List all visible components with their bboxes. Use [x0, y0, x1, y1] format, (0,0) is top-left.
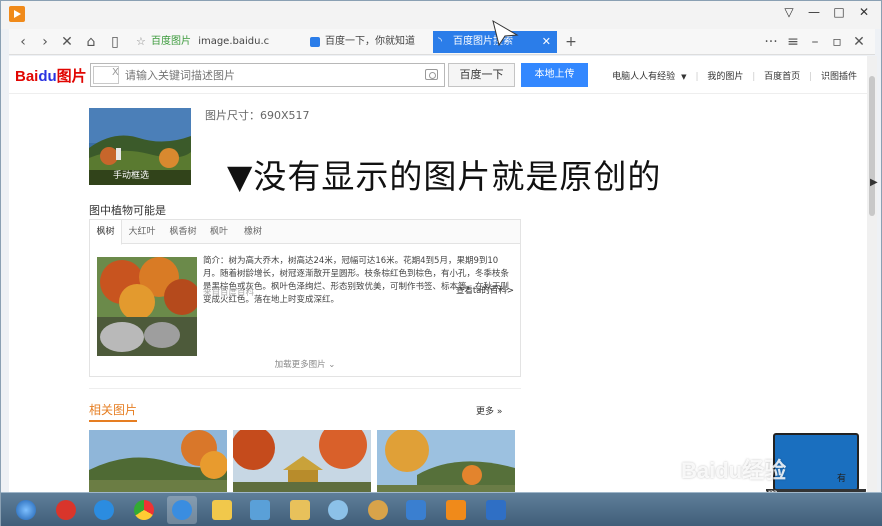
logo-text-tu: 图片 — [56, 68, 87, 85]
tab-label: 百度图片 — [151, 36, 191, 47]
annotation-text: ▼没有显示的图片就是原创的 — [227, 157, 662, 196]
plant-image[interactable] — [97, 257, 197, 356]
image-size-text: 图片尺寸：690X517 — [205, 109, 310, 122]
app-icon[interactable] — [481, 496, 511, 524]
network-icon[interactable] — [245, 496, 275, 524]
start-button[interactable] — [11, 496, 41, 524]
plugin-link[interactable]: 识图插件 — [821, 72, 857, 82]
qihoo-icon[interactable] — [51, 496, 81, 524]
close-window-button[interactable]: ✕ — [851, 3, 877, 21]
logo-text-du: du — [38, 68, 57, 85]
close-tab-icon[interactable]: ✕ — [542, 31, 551, 53]
tab-baidu-image[interactable]: ☆ 百度图片 image.baidu.c — [131, 31, 299, 53]
divider: | — [752, 72, 756, 82]
my-images-link[interactable]: 我的图片 — [707, 72, 743, 82]
watermark-laptop-text: 有 — [837, 474, 847, 484]
more-menu-button[interactable]: ··· — [761, 33, 781, 51]
settings-icon[interactable] — [323, 496, 353, 524]
local-upload-button[interactable]: 本地上传 — [521, 63, 588, 87]
title-underline — [89, 420, 137, 422]
manual-crop-label[interactable]: 手动框选 — [113, 168, 149, 181]
plant-source[interactable]: 来自百度百科 — [203, 286, 254, 298]
related-image[interactable] — [377, 430, 515, 492]
related-image[interactable] — [233, 430, 371, 492]
camera-icon[interactable] — [425, 69, 438, 80]
more-related-link[interactable]: 更多 » — [476, 404, 502, 417]
search-button[interactable]: 百度一下 — [448, 63, 515, 87]
tool-icon[interactable] — [401, 496, 431, 524]
forward-button[interactable]: › — [35, 33, 55, 51]
page-viewport: Baidu图片 X 百度一下 本地上传 电脑人人有经验 ▼ | 我的图片 | 百度… — [9, 56, 867, 492]
maximize-button[interactable]: □ — [826, 3, 852, 21]
more-label: 更多 — [476, 407, 495, 417]
user-link[interactable]: 电脑人人有经验 — [612, 72, 675, 82]
tab-sweetgum[interactable]: 枫香树 — [164, 220, 202, 244]
reader-icon[interactable]: ▯ — [105, 33, 125, 51]
minimize-button[interactable]: — — [801, 3, 827, 21]
title-bar: ▽ — □ ✕ — [1, 1, 881, 29]
browser-icon[interactable] — [167, 496, 197, 524]
mouse-cursor-icon — [492, 19, 519, 47]
tab-oak[interactable]: 橡树 — [238, 220, 268, 244]
ie-icon[interactable] — [89, 496, 119, 524]
clear-image-icon[interactable]: X — [112, 67, 119, 78]
scrollbar-thumb[interactable] — [869, 76, 875, 216]
taskbar — [1, 492, 882, 526]
home-icon[interactable]: ⌂ — [81, 33, 101, 51]
double-chevron-icon: » — [496, 407, 503, 417]
logo-text-bai: Bai — [15, 68, 39, 85]
baidu-jingyan-watermark: Baidu经验 — [681, 458, 787, 483]
baidu-home-link[interactable]: 百度首页 — [764, 72, 800, 82]
chrome-icon[interactable] — [129, 496, 159, 524]
dropdown-icon[interactable]: ▽ — [776, 3, 802, 21]
back-button[interactable]: ‹ — [13, 33, 33, 51]
baidu-paw-icon — [310, 37, 320, 47]
tab-baidu-home[interactable]: 百度一下，你就知道 — [305, 31, 431, 53]
chevron-down-icon[interactable]: ▼ — [681, 73, 686, 81]
page-header: Baidu图片 X 百度一下 本地上传 电脑人人有经验 ▼ | 我的图片 | 百度… — [9, 56, 867, 94]
view-encyclopedia-link[interactable]: 查看ta的百科> — [456, 284, 514, 296]
related-image[interactable] — [89, 430, 227, 492]
stop-button[interactable]: ✕ — [57, 33, 77, 51]
explorer-icon[interactable] — [285, 496, 315, 524]
loading-icon: ◝ — [438, 36, 442, 47]
close-icon[interactable]: ✕ — [849, 33, 869, 51]
vertical-scrollbar[interactable] — [867, 56, 877, 492]
divider: | — [809, 72, 813, 82]
tab-strip: ‹ › ✕ ⌂ ▯ ☆ 百度图片 image.baidu.c 百度一下，你就知道… — [9, 29, 875, 55]
top-links: 电脑人人有经验 ▼ | 我的图片 | 百度首页 | 识图插件 — [606, 69, 857, 82]
app-logo-icon — [9, 6, 25, 22]
plants-section-title: 图中植物可能是 — [89, 204, 166, 217]
tab-big-red-leaf[interactable]: 大红叶 — [124, 220, 160, 244]
hamburger-menu-icon[interactable]: ≡ — [783, 33, 803, 51]
tab-label: 百度一下，你就知道 — [325, 36, 415, 47]
search-input[interactable] — [125, 66, 415, 84]
new-tab-button[interactable]: + — [561, 33, 581, 51]
chevron-down-icon: ⌄ — [328, 360, 336, 370]
plant-tabs: 枫树 大红叶 枫香树 枫叶 橡树 — [90, 220, 520, 245]
tab-maple-leaf[interactable]: 枫叶 — [204, 220, 234, 244]
restore-icon[interactable]: ▫ — [827, 33, 847, 51]
divider: | — [695, 72, 699, 82]
baidu-image-logo[interactable]: Baidu图片 — [15, 65, 87, 86]
browser-window: ▽ — □ ✕ ‹ › ✕ ⌂ ▯ ☆ 百度图片 image.baidu.c 百… — [0, 0, 882, 526]
query-image[interactable]: 手动框选 — [89, 108, 191, 185]
tab-url: image.baidu.c — [198, 36, 270, 47]
minimize-icon[interactable]: – — [805, 33, 825, 51]
load-more-button[interactable]: 加载更多图片 ⌄ — [90, 358, 520, 370]
player-icon[interactable] — [441, 496, 471, 524]
search-box: X — [90, 63, 445, 87]
tab-maple[interactable]: 枫树 — [90, 220, 122, 245]
load-more-label: 加载更多图片 — [274, 360, 326, 370]
plant-description: 简介：树为高大乔木，树高达24米，冠幅可达16米。花期4到5月，果期9到10月。… — [203, 256, 510, 305]
related-images-title: 相关图片 — [89, 403, 138, 417]
folder-icon[interactable] — [207, 496, 237, 524]
plants-panel: 枫树 大红叶 枫香树 枫叶 橡树 简介：树为高大乔木，树高达24米，冠幅可达16… — [89, 219, 521, 377]
section-divider — [89, 388, 521, 389]
side-expand-icon[interactable]: ▶ — [870, 177, 878, 188]
paint-icon[interactable] — [363, 496, 393, 524]
star-icon: ☆ — [136, 35, 146, 48]
